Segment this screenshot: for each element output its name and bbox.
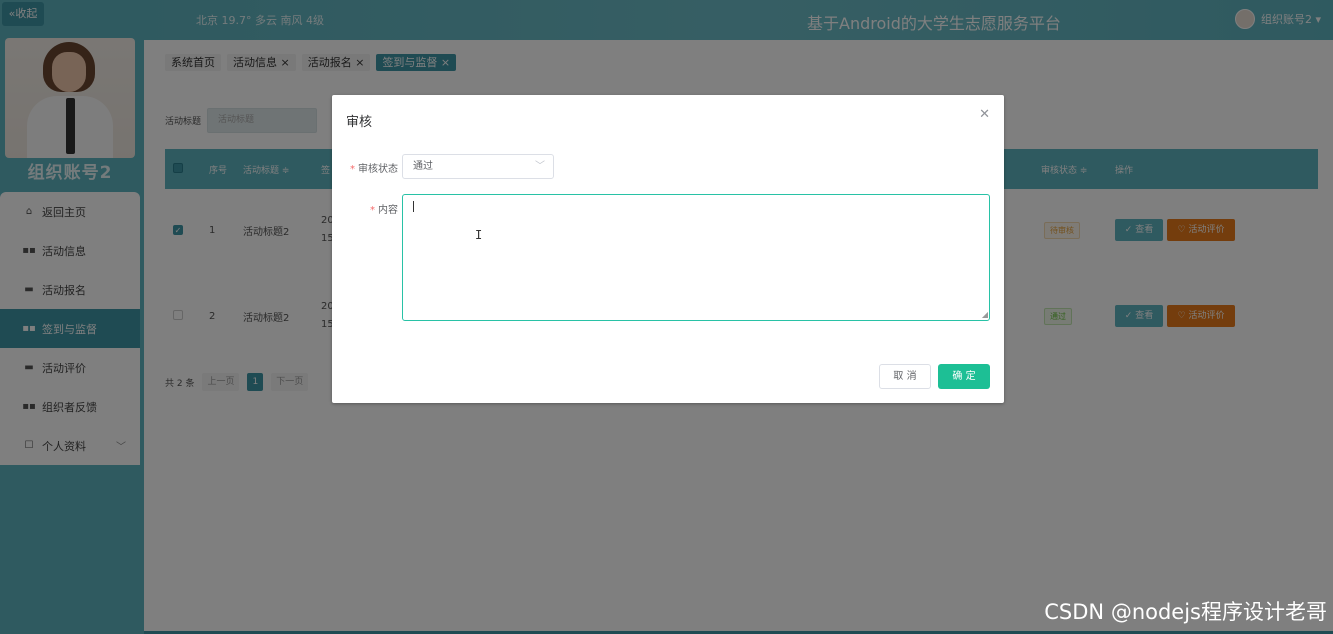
- close-icon[interactable]: ✕: [979, 107, 990, 122]
- content-label: * 内容: [370, 205, 398, 216]
- review-status-select[interactable]: 通过 ﹀: [402, 154, 554, 179]
- cancel-button[interactable]: 取 消: [879, 364, 931, 389]
- required-mark: *: [350, 164, 355, 175]
- resize-handle-icon[interactable]: ◢: [982, 311, 988, 319]
- review-dialog: 审核 ✕ * 审核状态 通过 ﹀ * 内容 I ◢ 取 消 确 定: [332, 95, 1004, 403]
- chevron-down-icon: ﹀: [535, 161, 545, 172]
- required-mark: *: [370, 205, 375, 216]
- content-textarea[interactable]: I ◢: [402, 194, 990, 321]
- dialog-title: 审核: [346, 115, 373, 130]
- review-status-label: * 审核状态: [350, 164, 398, 175]
- review-status-value: 通过: [413, 161, 433, 172]
- confirm-button[interactable]: 确 定: [938, 364, 990, 389]
- text-caret: [413, 201, 414, 212]
- ibeam-cursor-icon: I: [475, 228, 483, 242]
- watermark: CSDN @nodejs程序设计老哥: [1044, 600, 1327, 624]
